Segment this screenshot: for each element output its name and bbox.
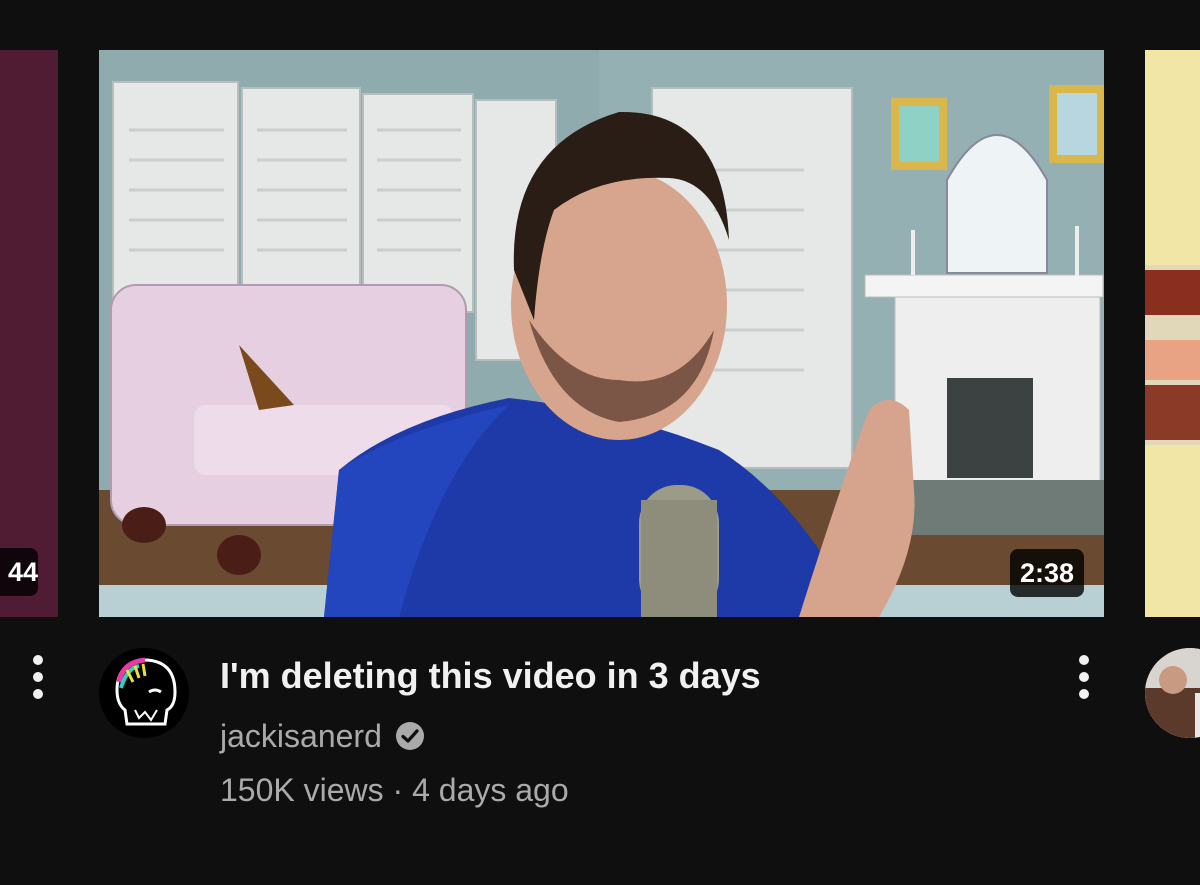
skull-logo-icon bbox=[99, 648, 189, 738]
thumbnail-image bbox=[99, 50, 1104, 617]
prev-video-duration: 44 bbox=[0, 548, 38, 596]
upload-age: 4 days ago bbox=[412, 772, 569, 808]
video-thumbnail[interactable]: 2:38 bbox=[99, 50, 1104, 617]
check-circle-icon bbox=[395, 722, 424, 750]
view-count: 150K views bbox=[220, 772, 384, 808]
more-vert-icon bbox=[1068, 655, 1100, 699]
channel-row[interactable]: jackisanerd bbox=[220, 714, 426, 758]
next-video-channel-avatar[interactable] bbox=[1145, 648, 1200, 738]
video-title[interactable]: I'm deleting this video in 3 days bbox=[220, 653, 761, 699]
channel-avatar[interactable] bbox=[99, 648, 189, 738]
more-vert-icon bbox=[22, 655, 54, 699]
video-duration-badge: 2:38 bbox=[1009, 549, 1084, 597]
prev-video-more-button[interactable] bbox=[22, 655, 54, 703]
channel-name[interactable]: jackisanerd bbox=[220, 718, 382, 755]
video-more-button[interactable] bbox=[1068, 655, 1100, 703]
next-thumbnail-image bbox=[1145, 50, 1200, 617]
next-video-thumbnail[interactable] bbox=[1145, 50, 1200, 617]
prev-video-thumbnail[interactable] bbox=[0, 50, 58, 617]
stats-separator: · bbox=[392, 772, 404, 808]
video-stats: 150K views · 4 days ago bbox=[220, 768, 569, 812]
avatar-image bbox=[1145, 648, 1200, 738]
